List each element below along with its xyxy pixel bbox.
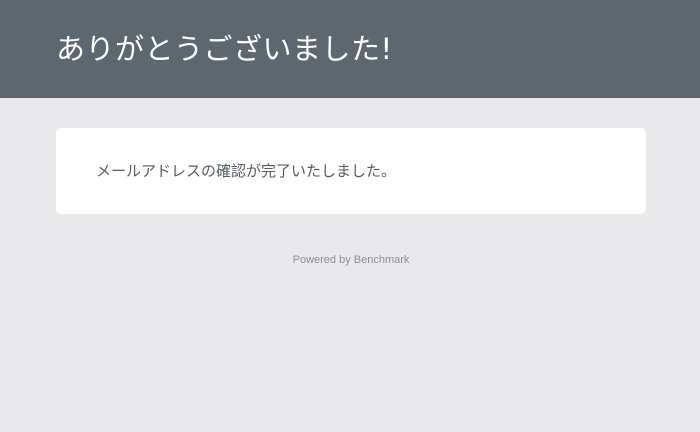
confirmation-card: メールアドレスの確認が完了いたしました。 <box>56 128 646 214</box>
confirmation-message: メールアドレスの確認が完了いたしました。 <box>96 161 397 180</box>
main-content: メールアドレスの確認が完了いたしました。 Powered by Benchmar… <box>0 98 700 267</box>
page-header: ありがとうございました! <box>0 0 700 98</box>
powered-by-text: Powered by Benchmark <box>292 254 410 266</box>
footer: Powered by Benchmark <box>56 248 646 267</box>
page-title: ありがとうございました! <box>56 32 393 66</box>
